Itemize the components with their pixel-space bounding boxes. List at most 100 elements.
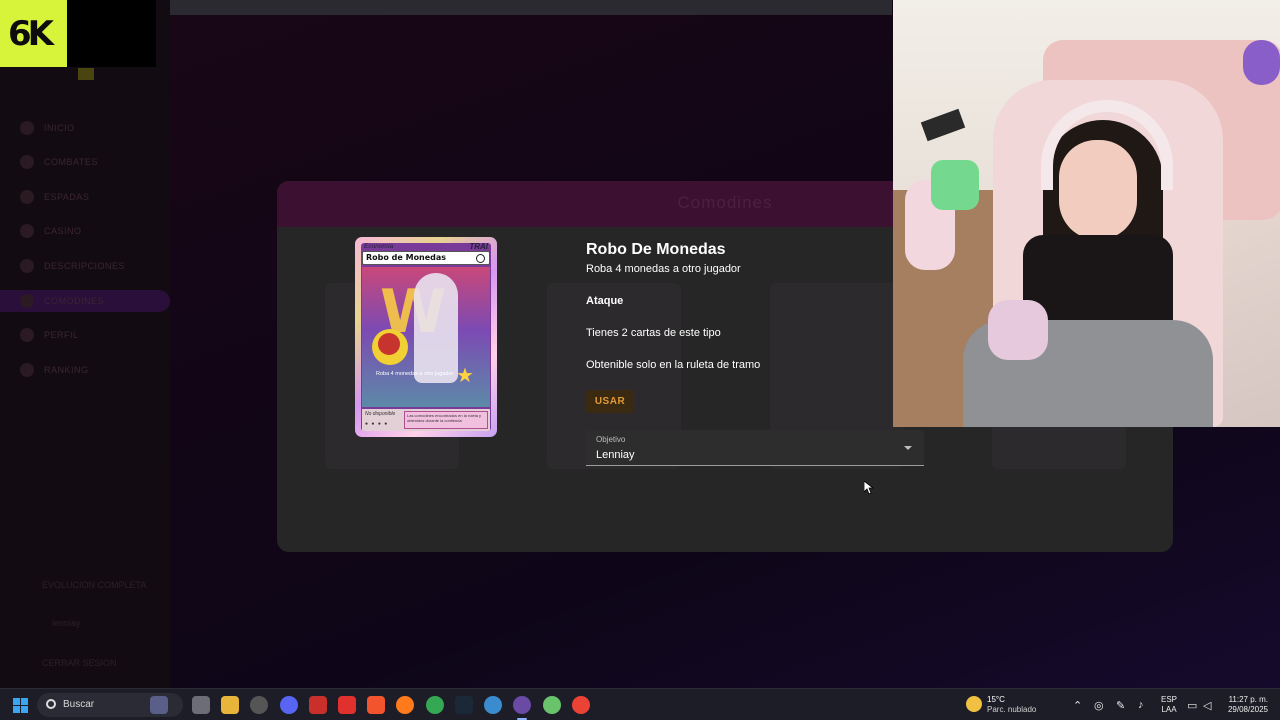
- lang-layout: LAA: [1161, 705, 1177, 714]
- firefox-icon[interactable]: [396, 696, 414, 714]
- chevron-down-icon: [904, 446, 912, 450]
- trophy-icon: [78, 68, 94, 80]
- detail-title: Robo De Monedas: [586, 241, 726, 258]
- webcam-overlay: [893, 0, 1280, 427]
- card-title: Robo de Monedas: [366, 253, 447, 262]
- volume-icon[interactable]: ◁: [1203, 699, 1211, 712]
- card-footer: No disponible ● ● ● ● Las comodines enco…: [362, 409, 490, 431]
- card-caption: Roba 4 monedas a otro jugador: [376, 371, 454, 377]
- card-artwork: W ★ Roba 4 monedas a otro jugador: [362, 267, 490, 407]
- sidebar-item-casino[interactable]: CASINO: [20, 223, 140, 239]
- task-view-icon[interactable]: [192, 696, 210, 714]
- sidebar-item-inicio[interactable]: INICIO: [20, 120, 140, 136]
- sidebar-item-label: CASINO: [44, 226, 82, 236]
- document-icon: [20, 259, 34, 273]
- discord-icon[interactable]: [280, 696, 298, 714]
- card-category: Economía: [364, 243, 394, 250]
- app-icon[interactable]: [250, 696, 268, 714]
- swords-icon: [20, 155, 34, 169]
- obs-icon[interactable]: [513, 696, 531, 714]
- weather-temp: 15°C: [987, 695, 1005, 704]
- app-icon[interactable]: [543, 696, 561, 714]
- weather-cloud-icon: [966, 696, 982, 712]
- clock-time: 11:27 p. m.: [1228, 695, 1268, 704]
- copilot-icon[interactable]: ◎: [1094, 699, 1104, 712]
- target-value: Lenniay: [596, 449, 635, 461]
- sidebar-item-label: INICIO: [44, 123, 75, 133]
- sidebar-item-label: COMBATES: [44, 157, 98, 167]
- use-button[interactable]: USAR: [586, 390, 634, 413]
- user-name: lenniay: [52, 618, 81, 628]
- sidebar-item-label: DESCRIPCIONES: [44, 261, 126, 271]
- webcam-cup: [988, 300, 1048, 360]
- taskbar: Buscar 15°C Parc. nublado ⌃ ◎ ✎ ♪ ESP LA…: [0, 688, 1280, 720]
- app-icon[interactable]: [338, 696, 356, 714]
- sidebar-item-label: COMODINES: [44, 296, 105, 306]
- lang-code: ESP: [1161, 695, 1178, 704]
- logo[interactable]: 6K: [0, 0, 67, 67]
- logout-link[interactable]: CERRAR SESION: [42, 658, 117, 668]
- chrome-icon[interactable]: [572, 696, 590, 714]
- card-image: Economía TRAI Robo de Monedas W ★ Roba 4…: [355, 237, 497, 437]
- user-icon: [20, 328, 34, 342]
- microphone-icon[interactable]: ♪: [1138, 699, 1144, 711]
- sidebar: 6K INICIO COMBATES ESPADAS CASINO DESCRI…: [0, 0, 170, 688]
- dice-icon: [20, 224, 34, 238]
- sidebar-item-label: ESPADAS: [44, 192, 90, 202]
- card-footer-label: No disponible: [365, 411, 396, 417]
- logo-background: [67, 0, 156, 67]
- logo-text: 6K: [8, 14, 54, 54]
- chevron-up-icon[interactable]: ⌃: [1073, 699, 1082, 712]
- sidebar-item-ranking[interactable]: RANKING: [20, 362, 140, 378]
- language-indicator[interactable]: ESP LAA: [1161, 695, 1177, 715]
- news-icon[interactable]: [309, 696, 327, 714]
- sidebar-item-descripciones[interactable]: DESCRIPCIONES: [20, 258, 140, 274]
- sidebar-item-label: RANKING: [44, 365, 89, 375]
- top-bar: [156, 0, 892, 15]
- weather-desc: Parc. nublado: [987, 705, 1037, 714]
- windows-start-icon[interactable]: [13, 698, 29, 714]
- card-description: Las comodines encontrados en la ruleta y…: [404, 411, 488, 429]
- search-placeholder: Buscar: [63, 699, 95, 710]
- home-icon: [20, 121, 34, 135]
- weather-widget[interactable]: 15°C Parc. nublado: [966, 694, 1046, 716]
- search-icon: [46, 699, 56, 709]
- card-title-bar: Robo de Monedas: [362, 251, 490, 265]
- sidebar-item-espadas[interactable]: ESPADAS: [20, 189, 140, 205]
- gamepad-icon[interactable]: [150, 696, 168, 714]
- webcam-toy: [931, 160, 979, 210]
- ranking-icon: [20, 363, 34, 377]
- card-badge: TRAI: [469, 243, 488, 251]
- sidebar-item-comodines[interactable]: COMODINES: [20, 293, 140, 309]
- clock[interactable]: 11:27 p. m. 29/08/2025: [1222, 695, 1268, 715]
- cards-icon: [20, 294, 34, 308]
- card-character: [414, 273, 458, 383]
- steam-icon[interactable]: [455, 696, 473, 714]
- mouse-cursor-icon: [864, 481, 874, 495]
- chrome-icon[interactable]: [426, 696, 444, 714]
- sidebar-item-combates[interactable]: COMBATES: [20, 154, 140, 170]
- detail-description: Roba 4 monedas a otro jugador: [586, 263, 741, 275]
- evolution-status: EVOLUCION COMPLETA: [42, 580, 147, 590]
- detail-count: Tienes 2 cartas de este tipo: [586, 327, 721, 339]
- card-frame: Economía TRAI Robo de Monedas W ★ Roba 4…: [361, 243, 491, 431]
- target-select[interactable]: Objetivo Lenniay: [586, 430, 924, 466]
- sidebar-item-label: PERFIL: [44, 330, 79, 340]
- folder-icon[interactable]: [221, 696, 239, 714]
- star-icon: ★: [456, 365, 474, 387]
- app-icon[interactable]: [484, 696, 502, 714]
- zoom-icon[interactable]: [476, 254, 485, 263]
- detail-type: Ataque: [586, 295, 624, 307]
- detail-source: Obtenible solo en la ruleta de tramo: [586, 359, 761, 371]
- sword-icon: [20, 190, 34, 204]
- card-creature: [378, 333, 400, 355]
- webcam-plush: [1243, 40, 1280, 85]
- network-icon[interactable]: ▭: [1187, 699, 1197, 712]
- pen-icon[interactable]: ✎: [1116, 699, 1125, 712]
- clock-date: 29/08/2025: [1227, 705, 1268, 714]
- target-label: Objetivo: [596, 435, 626, 444]
- sidebar-item-perfil[interactable]: PERFIL: [20, 327, 140, 343]
- brave-icon[interactable]: [367, 696, 385, 714]
- card-rarity: ● ● ● ●: [365, 421, 389, 427]
- webcam-person-face: [1059, 140, 1137, 240]
